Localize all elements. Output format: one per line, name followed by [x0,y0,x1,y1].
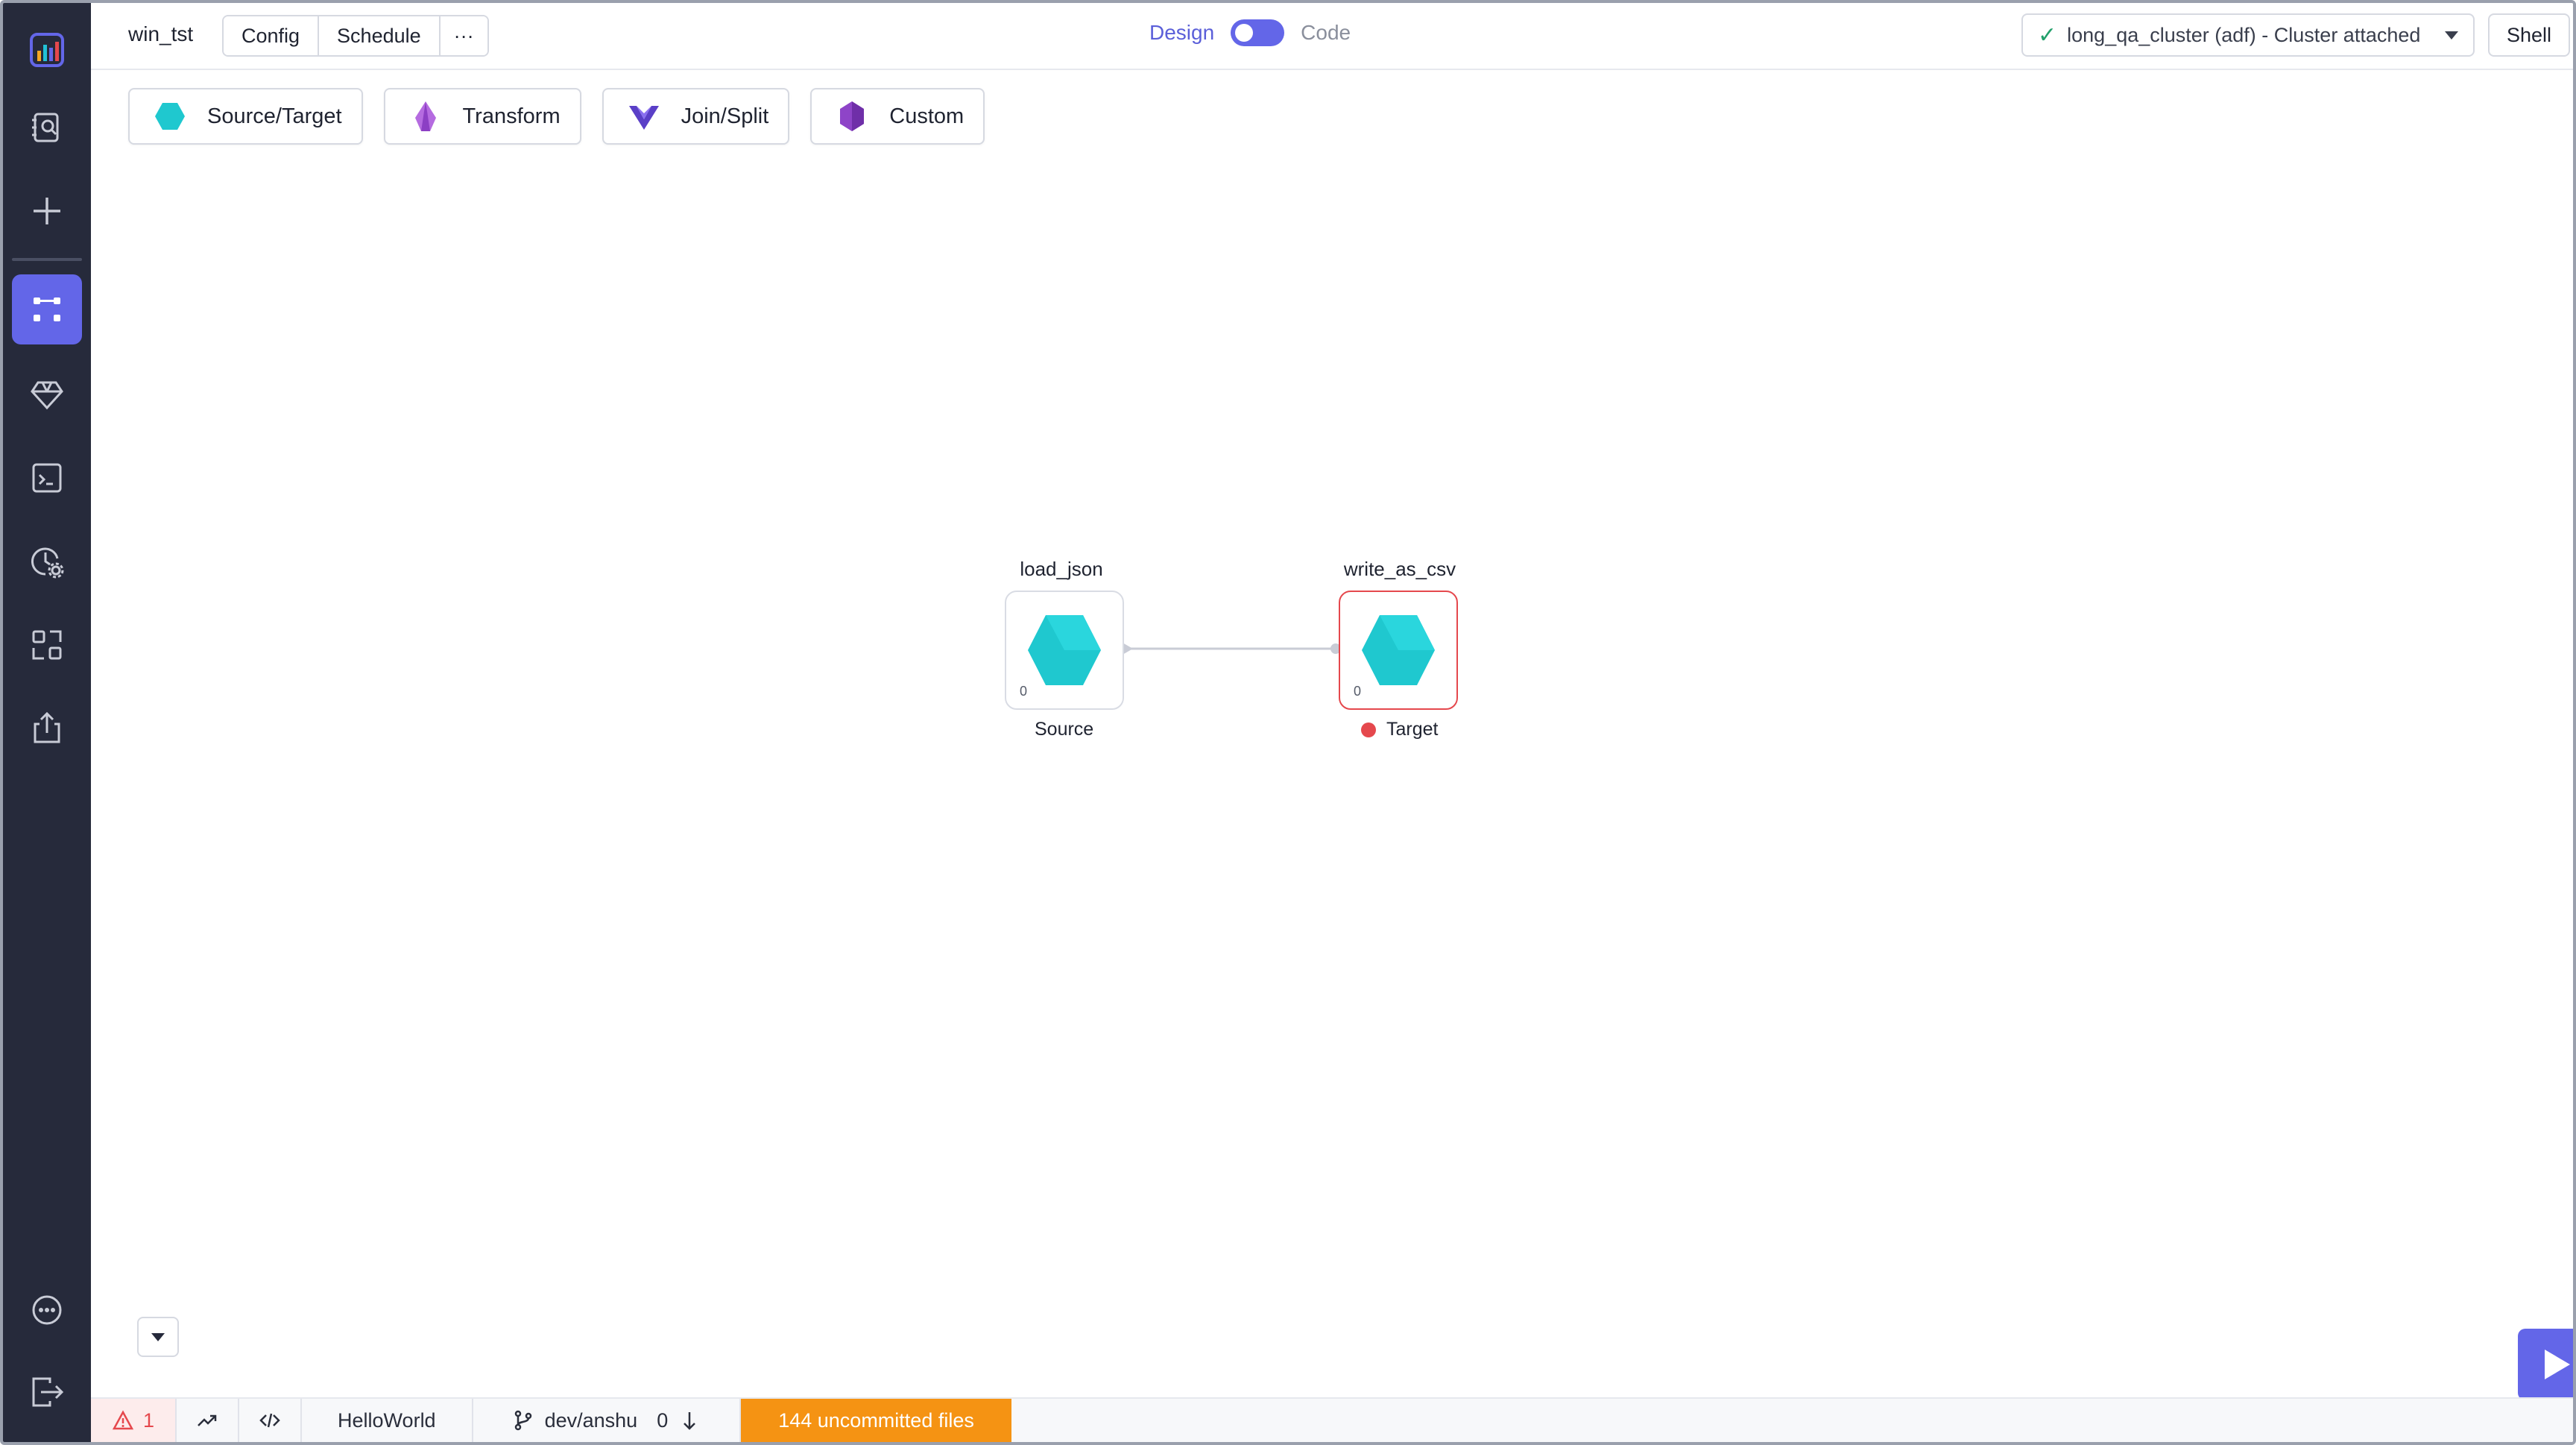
switch-knob [1235,24,1254,42]
node-type-label: Source [1035,719,1094,740]
node-load-json[interactable]: 0 [1005,591,1124,710]
more-icon[interactable] [12,1275,82,1345]
node-title-write-as-csv[interactable]: write_as_csv [1331,558,1468,581]
node-count: 0 [1020,684,1028,699]
dependencies-icon[interactable] [12,610,82,680]
connection-edge [1123,643,1341,655]
logout-icon[interactable] [12,1357,82,1427]
pipeline-graph-icon[interactable] [12,274,82,344]
tab-schedule[interactable]: Schedule [319,16,441,55]
header-tab-group: Config Schedule ··· [222,15,489,57]
status-bar: 1 HelloWorld dev/anshu 0 144 uncommitted… [91,1397,2573,1442]
node-type-label: Target [1386,719,1439,740]
tab-config[interactable]: Config [224,16,320,55]
pipeline-name[interactable]: win_tst [128,22,193,46]
sidebar [3,3,91,1442]
node-type-target: Target [1361,719,1438,740]
node-count: 0 [1354,684,1362,699]
run-pipeline-button[interactable] [2518,1329,2573,1400]
cluster-label: long_qa_cluster (adf) - Cluster attached [2067,23,2421,46]
design-code-toggle: Design Code [1149,19,1351,46]
warnings-indicator[interactable]: 1 [91,1399,177,1442]
sidebar-divider [12,258,82,261]
shell-button[interactable]: Shell [2488,13,2570,57]
code-label[interactable]: Code [1301,21,1351,45]
hexagon-cyan-icon [1028,615,1101,685]
trend-icon [198,1414,217,1426]
node-title-load-json[interactable]: load_json [1002,558,1121,581]
gem-icon[interactable] [12,359,82,429]
pipeline-canvas[interactable]: load_json 0 Source write_as_csv 0 Target [91,70,2573,1400]
metrics-button[interactable] [177,1399,240,1442]
chevron-down-icon [151,1332,165,1341]
arrow-down-icon [684,1412,696,1430]
upload-icon[interactable] [12,693,82,764]
node-write-as-csv[interactable]: 0 [1339,591,1458,710]
play-icon [2545,1350,2570,1379]
branch-name: dev/anshu [544,1408,638,1432]
view-mode-switch[interactable] [1231,19,1285,46]
app-logo-icon[interactable] [12,15,82,85]
header-bar: win_tst Config Schedule ··· Design Code … [91,3,2573,70]
search-docs-icon[interactable] [12,92,82,163]
check-icon: ✓ [2038,22,2057,48]
plus-icon[interactable] [12,176,82,246]
warning-icon [112,1410,134,1430]
design-label[interactable]: Design [1149,21,1214,45]
warnings-count: 1 [143,1408,155,1432]
cluster-selector[interactable]: ✓ long_qa_cluster (adf) - Cluster attach… [2021,13,2475,57]
chevron-down-icon [2445,31,2458,40]
code-icon [259,1413,280,1428]
more-options-button[interactable]: ··· [440,16,487,55]
collapse-panel-button[interactable] [137,1317,179,1357]
git-branch-indicator[interactable]: dev/anshu 0 [473,1399,742,1442]
terminal-icon[interactable] [12,443,82,513]
git-branch-icon [514,1410,531,1431]
error-indicator-icon [1361,722,1376,737]
project-name[interactable]: HelloWorld [302,1399,473,1442]
schedule-settings-icon[interactable] [12,526,82,596]
hexagon-cyan-icon [1362,615,1435,685]
node-type-source: Source [1035,719,1093,740]
app-window: win_tst Config Schedule ··· Design Code … [0,0,2576,1445]
uncommitted-files-badge[interactable]: 144 uncommitted files [741,1399,1011,1442]
code-view-button[interactable] [239,1399,303,1442]
pull-count: 0 [657,1408,669,1432]
